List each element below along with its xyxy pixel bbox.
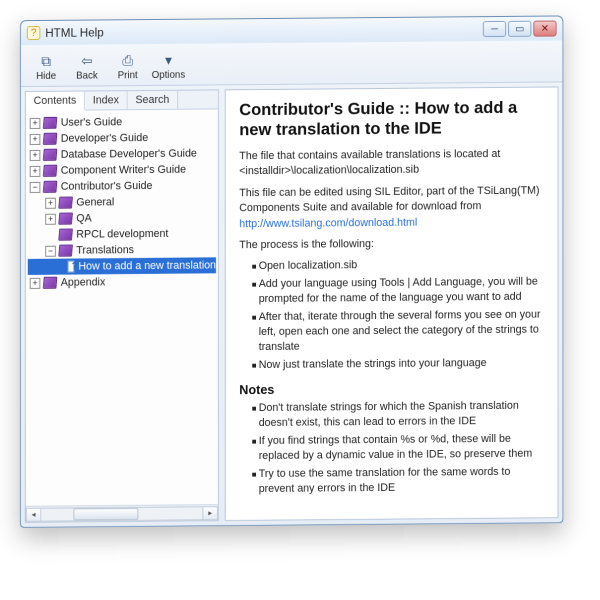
expand-icon[interactable]: + [30, 133, 41, 144]
back-tool[interactable]: ⇦ Back [68, 48, 107, 83]
expand-icon[interactable]: + [30, 149, 41, 160]
download-link[interactable]: http://www.tsilang.com/download.html [239, 216, 417, 230]
expand-icon[interactable]: + [30, 165, 41, 176]
expand-icon[interactable]: + [30, 117, 41, 128]
book-icon [43, 277, 58, 289]
page-heading: Contributor's Guide :: How to add a new … [239, 98, 544, 140]
list-item: After that, iterate through the several … [259, 307, 544, 354]
scroll-thumb[interactable] [74, 508, 138, 521]
back-label: Back [76, 70, 98, 81]
expand-icon[interactable]: + [45, 197, 56, 208]
book-icon [58, 229, 73, 241]
page-icon [68, 261, 75, 273]
options-tool[interactable]: ▾ Options [149, 48, 188, 83]
hide-icon: ⧉ [36, 51, 57, 71]
paragraph: The process is the following: [239, 236, 544, 254]
book-icon [43, 165, 58, 177]
collapse-icon[interactable]: − [45, 245, 56, 256]
list-item: Don't translate strings for which the Sp… [259, 399, 544, 431]
list-item: Open localization.sib [259, 257, 544, 274]
book-icon [58, 197, 73, 209]
book-icon [43, 181, 58, 193]
list-item: Add your language using Tools | Add Lang… [259, 275, 544, 307]
expand-icon[interactable]: + [45, 213, 56, 224]
tree-item-appendix[interactable]: +Appendix [28, 273, 216, 291]
tree-item-howto-selected[interactable]: How to add a new translation [28, 257, 216, 275]
print-tool[interactable]: ⎙ Print [108, 48, 147, 83]
book-icon [43, 149, 58, 161]
hide-tool[interactable]: ⧉ Hide [27, 49, 66, 84]
hide-label: Hide [36, 71, 56, 82]
help-icon: ? [27, 26, 41, 40]
print-label: Print [118, 70, 138, 81]
steps-list: Open localization.sib Add your language … [239, 257, 544, 372]
contents-tree: +User's Guide +Developer's Guide +Databa… [26, 109, 218, 506]
collapse-icon[interactable]: − [30, 181, 41, 192]
back-icon: ⇦ [76, 50, 97, 70]
paragraph: The file that contains available transla… [239, 147, 544, 180]
tab-index[interactable]: Index [85, 91, 128, 109]
book-icon [58, 245, 73, 257]
book-icon [43, 117, 58, 129]
tab-contents[interactable]: Contents [26, 92, 85, 112]
notes-list: Don't translate strings for which the Sp… [239, 399, 544, 497]
notes-heading: Notes [239, 380, 544, 398]
help-window: ? HTML Help ─ ▭ ✕ ⧉ Hide ⇦ Back ⎙ Print … [20, 15, 563, 528]
book-icon [58, 213, 73, 225]
window-title: HTML Help [45, 25, 103, 40]
book-icon [43, 133, 58, 145]
paragraph: This file can be edited using SIL Editor… [239, 183, 544, 232]
content-panel: Contributor's Guide :: How to add a new … [225, 86, 559, 521]
list-item: Now just translate the strings into your… [259, 355, 544, 372]
body-area: Contents Index Search +User's Guide +Dev… [21, 82, 562, 527]
options-label: Options [152, 70, 185, 81]
nav-panel: Contents Index Search +User's Guide +Dev… [25, 89, 219, 523]
expand-icon[interactable]: + [30, 277, 41, 288]
